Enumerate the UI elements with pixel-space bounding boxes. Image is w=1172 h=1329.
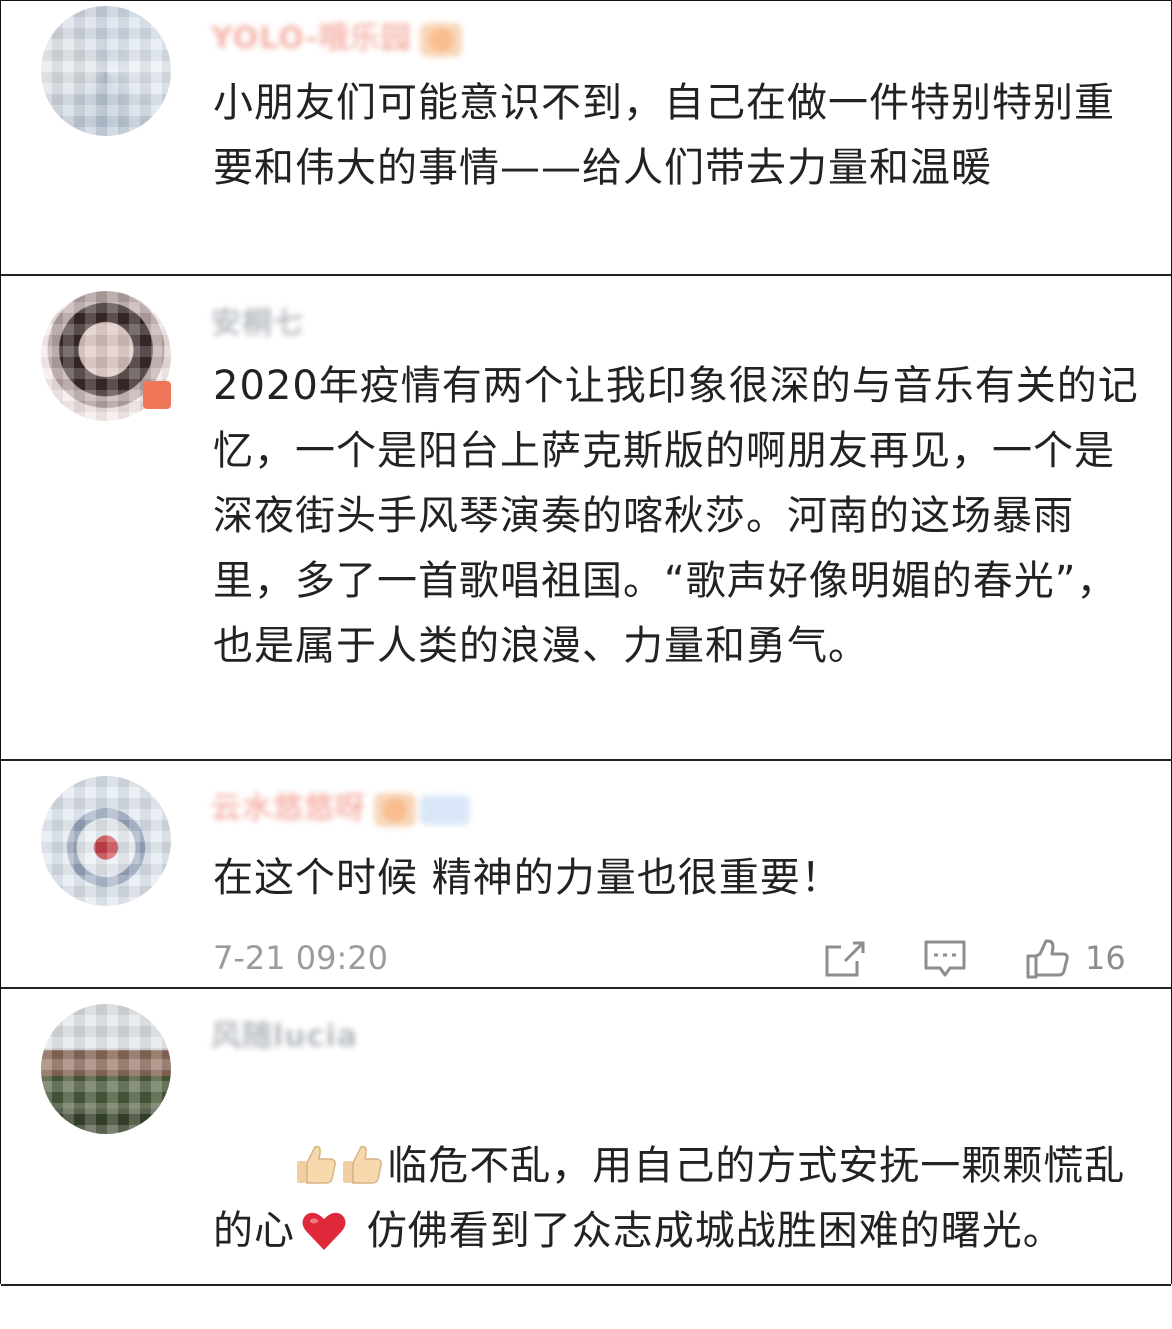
username[interactable]: YOLO-哦乐园 — [211, 13, 462, 57]
username[interactable]: 云水悠悠呀 — [211, 783, 470, 827]
comment-text: 临危不乱，用自己的方式安抚一颗颗慌乱的心 仿佛看到了众志成城战胜困难的曙光。 — [213, 1069, 1143, 1329]
thumbs-up-emoji — [297, 1145, 337, 1184]
comment-item: 安桐七 2020年疫情有两个让我印象很深的与音乐有关的记忆，一个是阳台上萨克斯版… — [1, 276, 1171, 761]
username[interactable]: 风随lucia — [211, 1011, 358, 1055]
avatar[interactable] — [41, 1004, 171, 1134]
like-count: 16 — [1085, 939, 1126, 977]
avatar[interactable] — [41, 6, 171, 136]
vip-badge-icon — [374, 792, 416, 827]
share-icon[interactable] — [823, 939, 867, 979]
comment-icon[interactable] — [923, 939, 967, 979]
comment-item: YOLO-哦乐园 小朋友们可能意识不到，自己在做一件特别特别重要和伟大的事情——… — [1, 1, 1171, 276]
comment-item: 风随lucia 临危不乱，用自己的方式安抚一颗颗慌乱的心 仿佛看到了众志成城战胜… — [1, 989, 1171, 1286]
vip-badge-icon — [419, 22, 462, 57]
thumbs-up-emoji — [343, 1145, 383, 1184]
timestamp: 7-21 09:20 — [213, 939, 389, 977]
comment-text: 小朋友们可能意识不到，自己在做一件特别特别重要和伟大的事情——给人们带去力量和温… — [213, 80, 1115, 191]
comment-item: 云水悠悠呀 在这个时候 精神的力量也很重要！ 7-21 09:20 16 — [1, 761, 1171, 989]
avatar[interactable] — [41, 776, 171, 906]
avatar-badge-icon — [143, 381, 171, 409]
comment-text: 在这个时候 精神的力量也很重要！ — [213, 855, 842, 901]
comment-text: 2020年疫情有两个让我印象很深的与音乐有关的记忆，一个是阳台上萨克斯版的啊朋友… — [213, 363, 1139, 669]
username[interactable]: 安桐七 — [211, 298, 304, 342]
comment-feed: YOLO-哦乐园 小朋友们可能意识不到，自己在做一件特别特别重要和伟大的事情——… — [0, 0, 1172, 1286]
comment-text-part2: 仿佛看到了众志成城战胜困难的曙光。 — [353, 1208, 1064, 1254]
member-badge-icon — [420, 794, 470, 825]
thumbs-up-icon[interactable] — [1025, 939, 1069, 979]
comment-meta: 7-21 09:20 16 — [213, 939, 1131, 983]
red-heart-emoji — [302, 1212, 346, 1250]
